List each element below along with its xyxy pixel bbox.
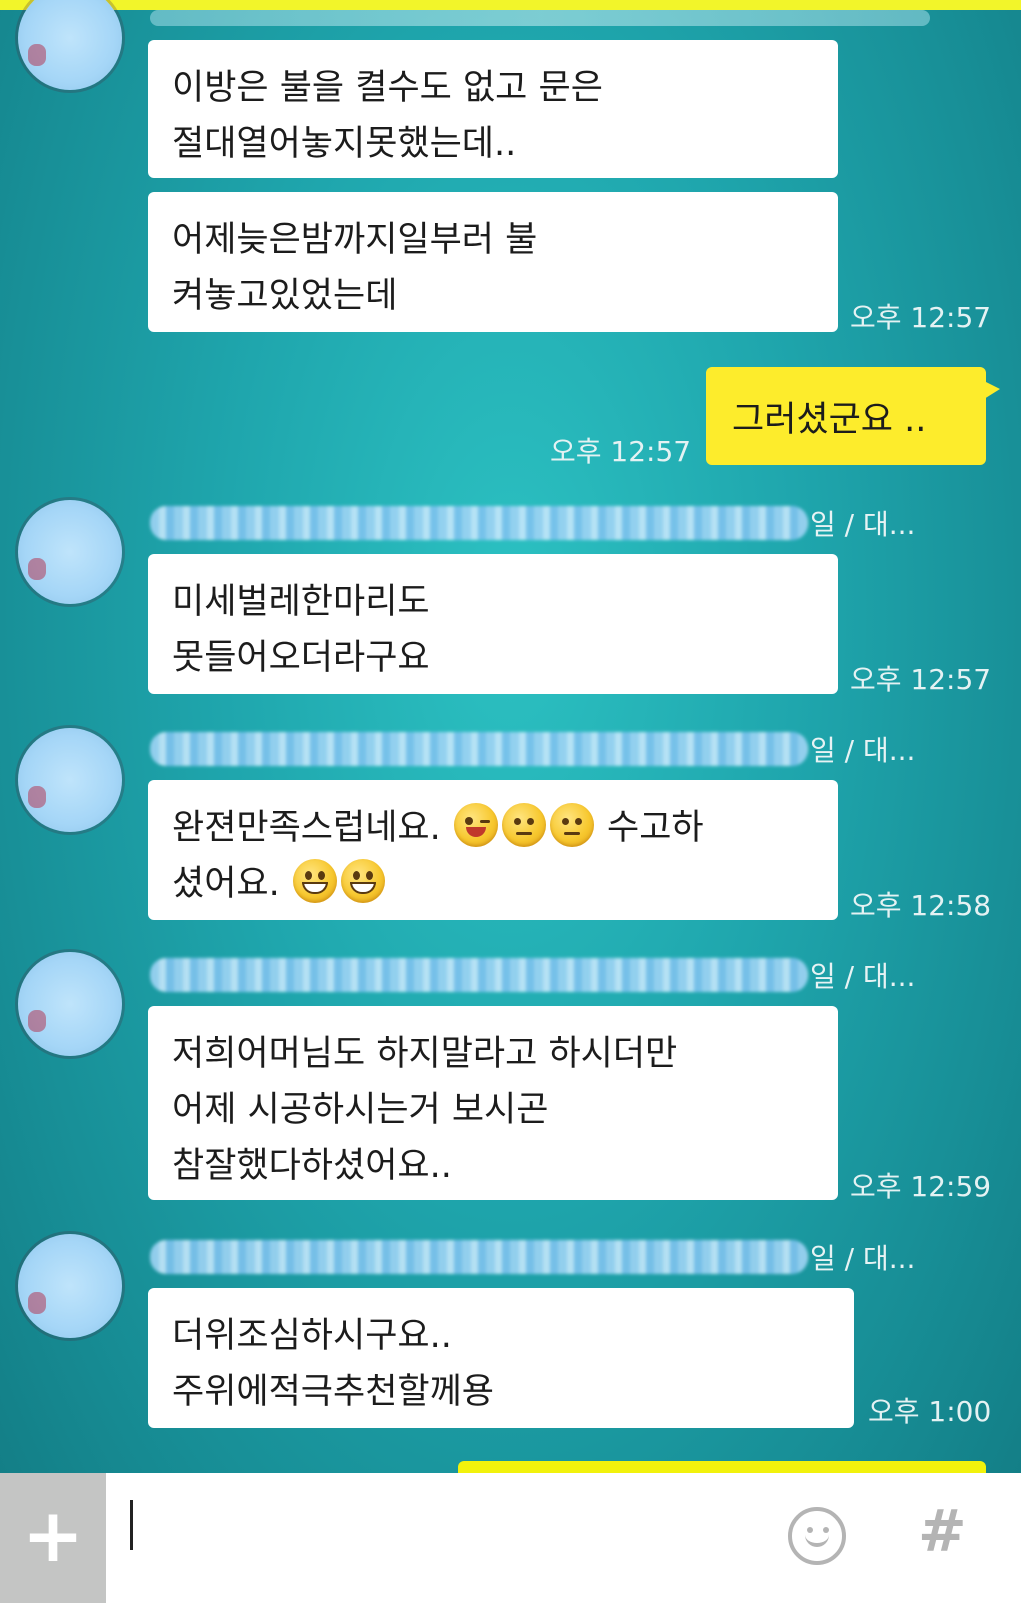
top-status-strip (0, 0, 1021, 10)
my-message-bubble: 그러셨군요 .. (706, 367, 1000, 465)
sender-name-suffix: 일 / 대... (810, 960, 916, 993)
blurred-name (150, 506, 808, 540)
avatar[interactable] (18, 1234, 122, 1338)
message-text: 어제늦은밤까지일부러 불 (172, 220, 538, 260)
message-text: 켜놓고있었는데 (172, 276, 398, 316)
avatar[interactable] (18, 500, 122, 604)
message-bubble: 이방은 불을 켤수도 없고 문은 절대열어놓지못했는데.. (148, 40, 838, 178)
avatar[interactable] (18, 0, 122, 90)
message-text: 그러셨군요 .. (732, 399, 927, 440)
avatar[interactable] (18, 952, 122, 1056)
grin-emoji-icon (340, 859, 385, 903)
blurred-sender-name (150, 10, 930, 26)
message-line: 완젼만족스럽네요. 수고하 (172, 800, 814, 856)
message-text: 더위조심하시구요.. (172, 1316, 452, 1356)
message-text: 저희어머님도 하지말라고 하시더만 (172, 1034, 678, 1074)
wink-emoji-icon (453, 803, 498, 847)
message-line: 셨어요. (172, 856, 814, 912)
message-text: 완젼만족스럽네요. (172, 808, 441, 848)
message-bubble: 저희어머님도 하지말라고 하시더만 어제 시공하시는거 보시곤 참잘했다하셨어요… (148, 1006, 838, 1200)
neutral-emoji-icon (549, 803, 594, 847)
plus-icon: + (21, 1493, 84, 1579)
message-bubble: 완젼만족스럽네요. 수고하 셨어요. (148, 780, 838, 920)
grin-emoji-icon (292, 859, 337, 903)
message-bubble: 더위조심하시구요.. 주위에적극추천할께용 (148, 1288, 854, 1428)
sender-name-suffix: 일 / 대... (810, 1242, 916, 1275)
sender-name: 일 / 대... (150, 732, 916, 767)
sender-name: 일 / 대... (150, 506, 916, 541)
message-time: 오후 12:57 (850, 301, 992, 334)
avatar[interactable] (18, 728, 122, 832)
message-input-field[interactable] (130, 1500, 133, 1550)
message-text: 셨어요. (172, 864, 280, 904)
hash-search-button[interactable]: # (918, 1502, 967, 1560)
message-text: 미세벌레한마리도 (172, 582, 430, 622)
message-text: 참잘했다하셨어요.. (172, 1146, 452, 1186)
attach-plus-button[interactable]: + (0, 1473, 106, 1603)
message-time: 오후 12:59 (850, 1170, 992, 1203)
blurred-name (150, 1240, 808, 1274)
message-text: 못들어오더라구요 (172, 638, 430, 678)
blurred-name (150, 732, 808, 766)
message-text: 절대열어놓지못했는데.. (172, 124, 517, 164)
emoticon-button[interactable] (788, 1507, 846, 1565)
blurred-name (150, 958, 808, 992)
message-text: 이방은 불을 켤수도 없고 문은 (172, 68, 603, 108)
message-bubble: 어제늦은밤까지일부러 불 켜놓고있었는데 (148, 192, 838, 332)
message-text: 수고하 (607, 808, 704, 848)
neutral-emoji-icon (501, 803, 546, 847)
message-time: 오후 12:57 (850, 663, 992, 696)
sender-name-suffix: 일 / 대... (810, 734, 916, 767)
message-text: 주위에적극추천할께용 (172, 1372, 495, 1412)
sender-name-suffix: 일 / 대... (810, 508, 916, 541)
message-input-bar (0, 1473, 1021, 1603)
sender-name: 일 / 대... (150, 958, 916, 993)
message-time: 오후 1:00 (868, 1395, 992, 1428)
message-bubble: 미세벌레한마리도 못들어오더라구요 (148, 554, 838, 694)
message-time: 오후 12:57 (550, 435, 692, 468)
message-time: 오후 12:58 (850, 889, 992, 922)
message-text: 어제 시공하시는거 보시곤 (172, 1090, 549, 1130)
sender-name: 일 / 대... (150, 1240, 916, 1275)
smiley-mouth (805, 1533, 829, 1547)
